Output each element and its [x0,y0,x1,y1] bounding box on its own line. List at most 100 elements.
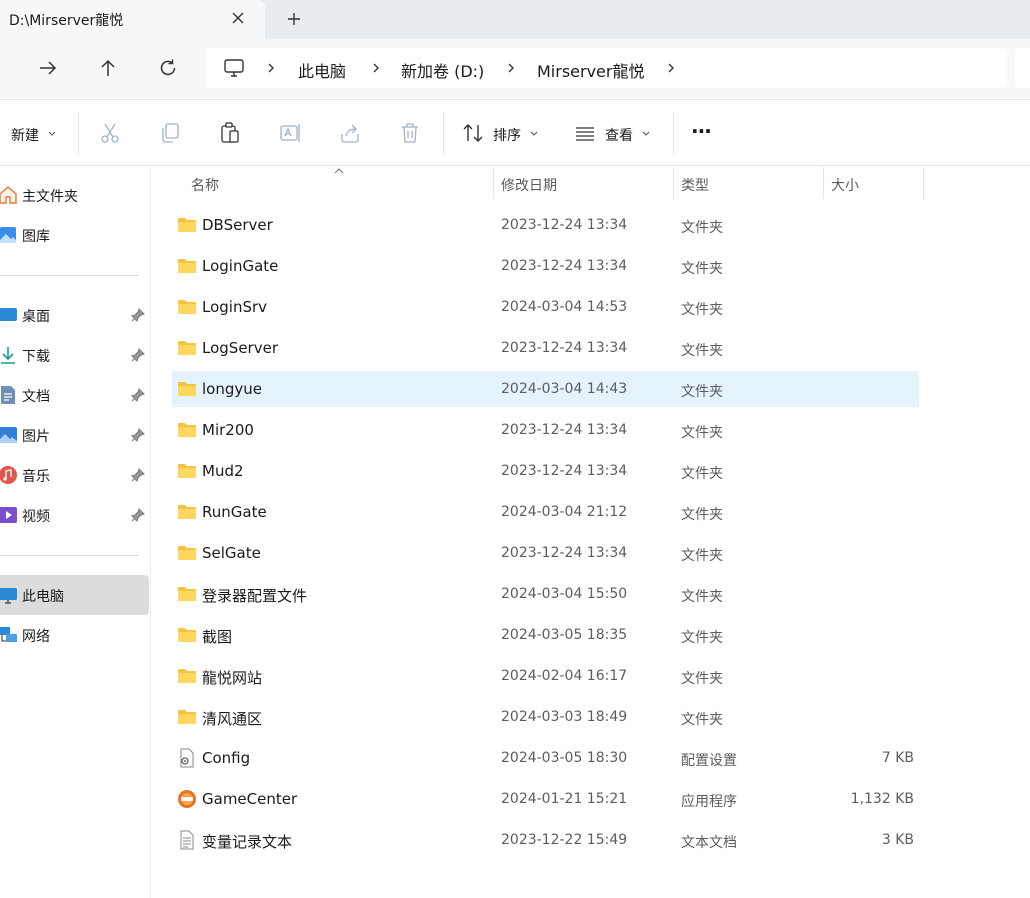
new-tab-icon[interactable] [284,9,304,29]
file-row[interactable]: 截图 2024-03-05 18:35 文件夹 [172,617,919,653]
breadcrumb-drive-d[interactable]: 新加卷 (D:) [401,58,484,82]
column-header-label: 修改日期 [501,178,557,194]
cut-icon[interactable] [98,121,122,145]
paste-icon[interactable] [218,121,242,145]
rename-icon[interactable] [278,121,302,145]
pin-icon[interactable] [131,508,145,522]
chevron-right-icon[interactable] [665,62,677,74]
sort-label: 排序 [493,128,521,144]
file-row[interactable]: 清风通区 2024-03-03 18:49 文件夹 [172,699,919,735]
folder-icon [177,379,197,399]
column-divider[interactable] [923,167,924,199]
breadcrumb-mirserver[interactable]: Mirserver龍悦 [537,58,644,82]
file-row[interactable]: LoginGate 2023-12-24 13:34 文件夹 [172,248,919,284]
forward-arrow-icon[interactable] [36,56,60,80]
column-header-type[interactable]: 类型 [674,167,823,199]
sidebar-item-label: 下载 [22,349,50,365]
sidebar-item-this-pc[interactable]: 此电脑 [0,575,149,615]
column-header-name[interactable]: 名称 [172,167,493,199]
computer-icon [224,59,244,77]
folder-icon [177,256,197,276]
column-header-date[interactable]: 修改日期 [494,167,673,199]
file-modified-date: 2023-12-24 13:34 [501,422,628,438]
folder-icon [177,297,197,317]
close-tab-icon[interactable] [229,9,247,27]
tab-active[interactable]: D:\Mirserver龍悦 [0,0,265,39]
file-row[interactable]: Mir200 2023-12-24 13:34 文件夹 [172,412,919,448]
share-icon[interactable] [338,121,362,145]
sort-button[interactable]: 排序 [455,100,550,166]
file-modified-date: 2023-12-24 13:34 [501,463,628,479]
file-name: RunGate [202,503,267,521]
file-modified-date: 2024-03-05 18:30 [501,750,628,766]
pin-icon[interactable] [131,308,145,322]
file-row[interactable]: 变量记录文本 2023-12-22 15:49 文本文档 3 KB [172,822,919,858]
view-button[interactable]: 查看 [568,100,663,166]
file-row[interactable]: LogServer 2023-12-24 13:34 文件夹 [172,330,919,366]
file-modified-date: 2024-03-04 14:53 [501,299,628,315]
pin-icon[interactable] [131,388,145,402]
sidebar-item-desktop[interactable]: 桌面 [0,295,149,335]
desktop-icon [0,308,17,321]
new-button[interactable]: 新建 [0,100,64,166]
sidebar-item-label: 图库 [22,229,50,245]
file-modified-date: 2023-12-24 13:34 [501,545,628,561]
file-modified-date: 2023-12-24 13:34 [501,217,628,233]
sidebar-item-documents[interactable]: 文档 [0,375,149,415]
chevron-right-icon[interactable] [265,62,277,74]
tab-title: D:\Mirserver龍悦 [9,13,124,29]
sidebar-item-gallery[interactable]: 图库 [0,215,149,255]
file-row[interactable]: DBServer 2023-12-24 13:34 文件夹 [172,207,919,243]
file-row[interactable]: GameCenter 2024-01-21 15:21 应用程序 1,132 KB [172,781,919,817]
column-header-size[interactable]: 大小 [824,167,923,199]
file-name: Mir200 [202,421,254,439]
file-row[interactable]: 龍悦网站 2024-02-04 16:17 文件夹 [172,658,919,694]
chevron-right-icon[interactable] [505,62,517,74]
breadcrumb-this-pc[interactable]: 此电脑 [298,58,346,82]
search-box[interactable] [1015,48,1030,88]
folder-icon [177,666,197,686]
copy-icon[interactable] [158,121,182,145]
folder-icon [177,215,197,235]
sidebar-item-pictures[interactable]: 图片 [0,415,149,455]
file-name: Mud2 [202,462,244,480]
chevron-right-icon[interactable] [370,62,382,74]
file-size: 3 KB [881,832,914,848]
sidebar-item-label: 主文件夹 [22,189,78,205]
refresh-icon[interactable] [156,56,180,80]
file-type: 文件夹 [681,302,723,318]
pin-icon[interactable] [131,348,145,362]
video-icon [0,507,17,523]
file-type: 配置设置 [681,753,737,769]
settings-file-icon [177,748,197,768]
sidebar-item-music[interactable]: 音乐 [0,455,149,495]
computer-icon [0,588,17,604]
file-row[interactable]: Mud2 2023-12-24 13:34 文件夹 [172,453,919,489]
sidebar-item-downloads[interactable]: 下载 [0,335,149,375]
more-options-button[interactable]: ··· [691,119,712,143]
pin-icon[interactable] [131,428,145,442]
pin-icon[interactable] [131,468,145,482]
file-modified-date: 2024-03-04 14:43 [501,381,628,397]
file-row[interactable]: LoginSrv 2024-03-04 14:53 文件夹 [172,289,919,325]
file-row[interactable]: SelGate 2023-12-24 13:34 文件夹 [172,535,919,571]
text-file-icon [177,830,197,850]
sidebar-item-network[interactable]: 网络 [0,615,149,655]
file-type: 文件夹 [681,712,723,728]
up-arrow-icon[interactable] [96,56,120,80]
delete-icon[interactable] [398,121,422,145]
sidebar-item-home[interactable]: 主文件夹 [0,175,149,215]
file-row[interactable]: 登录器配置文件 2024-03-04 15:50 文件夹 [172,576,919,612]
file-name: LoginGate [202,257,279,275]
file-row[interactable]: longyue 2024-03-04 14:43 文件夹 [172,371,919,407]
sidebar-item-label: 图片 [22,429,50,445]
address-bar[interactable]: 此电脑 新加卷 (D:) Mirserver龍悦 [206,48,1007,88]
sidebar-item-label: 音乐 [22,469,50,485]
file-modified-date: 2024-02-04 16:17 [501,668,628,684]
file-name: DBServer [202,216,273,234]
pictures-icon [0,427,17,443]
sidebar-item-videos[interactable]: 视频 [0,495,149,535]
file-row[interactable]: Config 2024-03-05 18:30 配置设置 7 KB [172,740,919,776]
file-row[interactable]: RunGate 2024-03-04 21:12 文件夹 [172,494,919,530]
file-type: 文件夹 [681,466,723,482]
